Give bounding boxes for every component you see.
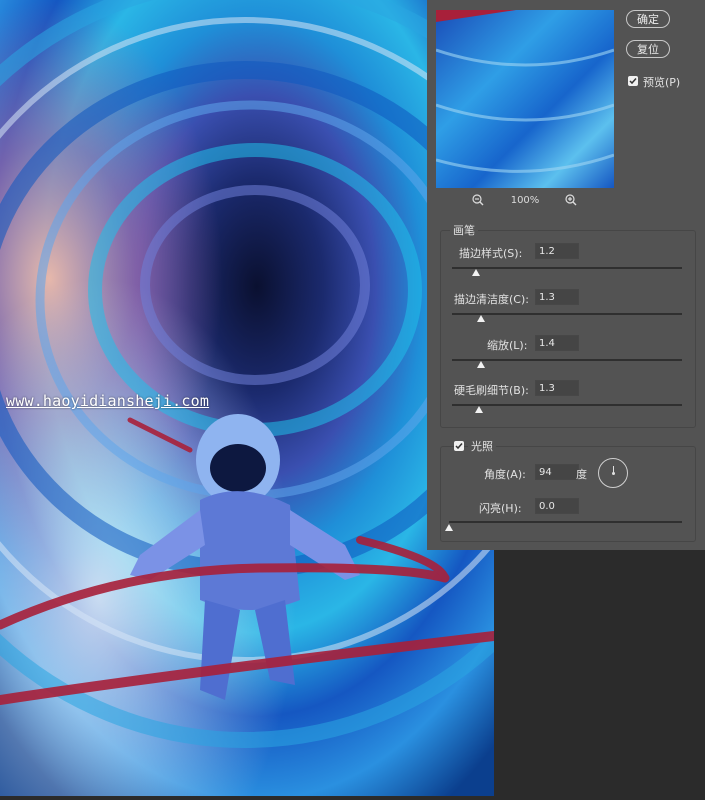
reset-button[interactable]: 复位	[626, 40, 670, 58]
stroke-cleanliness-label: 描边清洁度(C):	[454, 293, 529, 306]
lighting-checkbox[interactable]	[454, 441, 464, 451]
bristle-detail-slider-track[interactable]	[452, 404, 682, 406]
scale-slider-track[interactable]	[452, 359, 682, 361]
scale-field[interactable]: 1.4	[535, 335, 579, 351]
checkmark-icon	[629, 78, 637, 85]
scale-slider-thumb[interactable]	[477, 361, 485, 368]
angle-field[interactable]: 94	[535, 464, 579, 480]
ok-button[interactable]: 确定	[626, 10, 670, 28]
stroke-style-label: 描边样式(S):	[459, 247, 523, 260]
checkmark-icon	[455, 443, 463, 450]
preview-thumbnail[interactable]	[436, 10, 614, 188]
lighting-group-title: 光照	[468, 438, 496, 454]
zoom-in-icon[interactable]	[564, 193, 578, 207]
oil-paint-filter-panel: 100% 确定 复位 预览(P) 画笔 描边样式(S): 1.2 描边清洁度(C…	[427, 0, 705, 550]
brush-group-title: 画笔	[450, 222, 478, 238]
shine-label: 闪亮(H):	[479, 502, 522, 515]
stroke-cleanliness-field[interactable]: 1.3	[535, 289, 579, 305]
watermark-text: www.haoyidiansheji.com	[6, 392, 210, 410]
angle-dial-center	[612, 472, 615, 475]
angle-label: 角度(A):	[484, 468, 526, 481]
stroke-style-slider-thumb[interactable]	[472, 269, 480, 276]
shine-slider-track[interactable]	[449, 521, 682, 523]
preview-image	[436, 10, 614, 188]
workspace-background	[494, 550, 705, 800]
zoom-controls: 100%	[427, 193, 627, 209]
lighting-group-box	[440, 446, 696, 542]
angle-unit: 度	[576, 468, 587, 481]
zoom-out-icon[interactable]	[471, 193, 485, 207]
shine-slider-thumb[interactable]	[445, 524, 453, 531]
preview-label: 预览(P)	[643, 76, 681, 89]
document-canvas[interactable]: www.haoyidiansheji.com	[0, 0, 494, 796]
stroke-style-slider-track[interactable]	[452, 267, 682, 269]
stroke-cleanliness-slider-thumb[interactable]	[477, 315, 485, 322]
scale-label: 缩放(L):	[487, 339, 528, 352]
shine-field[interactable]: 0.0	[535, 498, 579, 514]
bristle-detail-field[interactable]: 1.3	[535, 380, 579, 396]
bristle-detail-label: 硬毛刷细节(B):	[454, 384, 529, 397]
stroke-style-field[interactable]: 1.2	[535, 243, 579, 259]
preview-checkbox[interactable]	[628, 76, 638, 86]
bristle-detail-slider-thumb[interactable]	[475, 406, 483, 413]
zoom-level: 100%	[510, 195, 540, 206]
angle-dial[interactable]	[598, 458, 628, 488]
stroke-cleanliness-slider-track[interactable]	[452, 313, 682, 315]
